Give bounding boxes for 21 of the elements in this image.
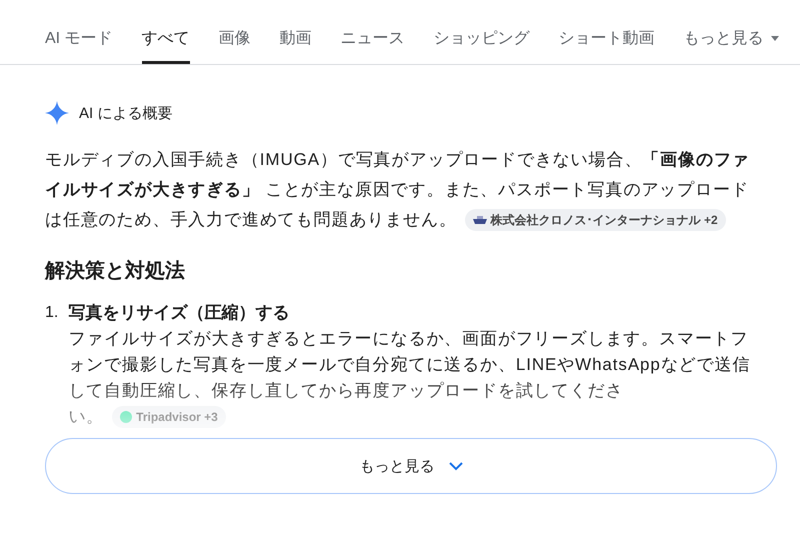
list-number: 1.: [45, 303, 58, 323]
step-text: ファイルサイズが大きすぎるとエラーになるか、画面がフリーズします。スマートフォンで撮影した写真を一度メールで自分宛てに送るか、LINEやWhatsAppなどで送信して自動圧縮し、保存し直してから再度アップロードを試してくださ: [68, 328, 752, 402]
summary-text: は任意のため、手入力で進めても問題ありません。: [45, 209, 457, 231]
show-more-button[interactable]: もっと見る: [45, 438, 777, 494]
sparkle-icon: [45, 101, 69, 125]
search-tab[interactable]: ショッピング: [434, 28, 530, 64]
step-text: い。: [68, 406, 104, 428]
search-tab[interactable]: もっと見る: [684, 28, 779, 64]
search-tab[interactable]: ショート動画: [558, 28, 655, 64]
overview-title: AI による概要: [79, 104, 172, 122]
step-title: 写真をリサイズ（圧縮）する: [68, 302, 290, 324]
search-tab[interactable]: 動画: [280, 28, 312, 64]
search-tab[interactable]: すべて: [142, 28, 190, 64]
ship-icon: [472, 215, 487, 225]
summary-text: モルディブの入国手続き（IMUGA）で写真がアップロードできない場合、「画像のファイルサイズが大きすぎる」 ことが主な原因です。また、パスポート写真のアップロード: [45, 149, 751, 201]
chevron-down-icon: [448, 462, 462, 470]
search-tab[interactable]: ニュース: [340, 28, 405, 64]
search-tab[interactable]: AI モード: [45, 28, 113, 64]
search-tab[interactable]: 画像: [218, 28, 251, 64]
source-chip[interactable]: 株式会社クロノス･インターナショナル +2: [464, 209, 726, 231]
section-heading: 解決策と対処法: [45, 258, 186, 284]
